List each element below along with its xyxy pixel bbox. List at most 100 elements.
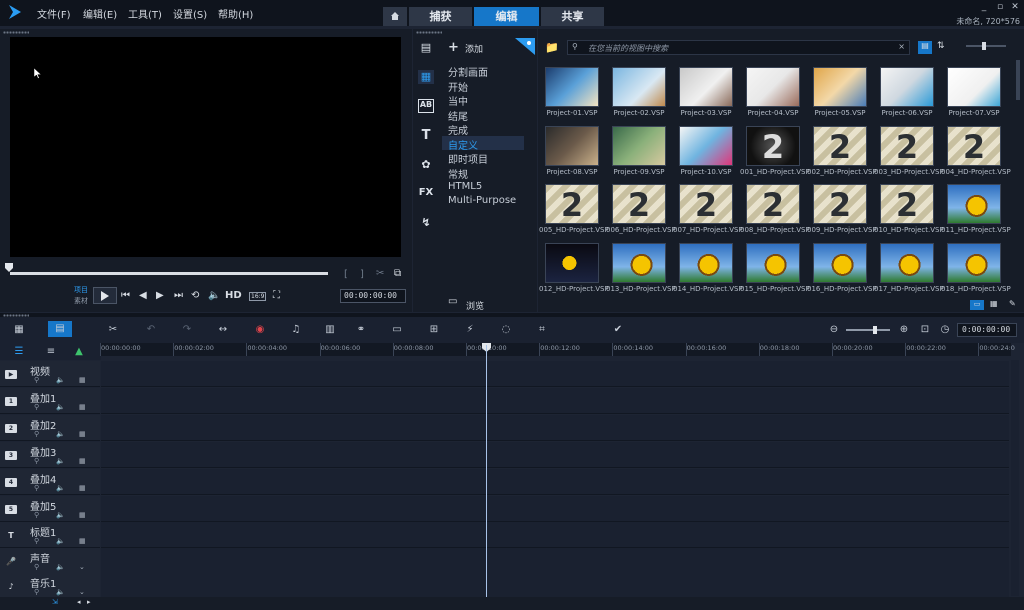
track-header[interactable]: ▶ 视频 ⚲ 🔈 ▦ xyxy=(0,361,100,387)
pan-zoom-icon[interactable]: ⌗ xyxy=(535,324,549,336)
filter-fx-icon[interactable]: FX xyxy=(418,187,434,201)
category-instant-project[interactable]: 即时项目 xyxy=(448,151,488,166)
transition-icon[interactable]: AB xyxy=(418,99,434,113)
sound-mixer-icon[interactable]: ♫ xyxy=(289,324,303,336)
screen-size-icon[interactable]: ⛶ xyxy=(273,290,280,301)
library-item[interactable]: Project-09.VSP xyxy=(606,125,672,176)
link-icon[interactable]: ⚲ xyxy=(34,457,39,465)
mute-icon[interactable]: 🔈 xyxy=(56,588,65,596)
track-lane[interactable] xyxy=(101,469,1009,495)
player-timecode-field[interactable]: 00:00:00:00 xyxy=(340,289,406,303)
minimize-icon[interactable]: _ xyxy=(979,3,989,12)
thumbnail-size-handle[interactable] xyxy=(982,42,986,50)
library-item[interactable]: 2 006_HD-Project.VSP xyxy=(606,184,676,234)
library-item[interactable]: Project-05.VSP xyxy=(807,67,873,117)
library-item[interactable]: 2 010_HD-Project.VSP xyxy=(874,184,944,234)
library-item[interactable]: Project-07.VSP xyxy=(941,67,1007,117)
track-scroll-icon[interactable]: ⇲ xyxy=(52,598,58,606)
track-type-icon[interactable]: 5 xyxy=(5,505,17,514)
repeat-track-icon[interactable]: ▦ xyxy=(79,537,86,545)
motion-tracking-icon[interactable]: ⚭ xyxy=(354,324,368,336)
zoom-out-icon[interactable]: ⊖ xyxy=(827,324,841,336)
mute-icon[interactable]: 🔈 xyxy=(56,430,65,438)
expand-track-icon[interactable]: ⌄ xyxy=(79,563,85,571)
graphic-icon[interactable]: ✿ xyxy=(418,158,434,172)
category-start[interactable]: 开始 xyxy=(448,79,468,94)
path-icon[interactable]: ↯ xyxy=(418,216,434,230)
track-lane[interactable] xyxy=(101,548,1009,574)
record-capture-icon[interactable]: ◉ xyxy=(253,324,267,336)
time-remapping-icon[interactable]: ⚡ xyxy=(463,324,477,336)
repeat-track-icon[interactable]: ▦ xyxy=(79,403,86,411)
link-icon[interactable]: ⚲ xyxy=(34,588,39,596)
library-item[interactable]: 2 001_HD-Project.VSP xyxy=(740,125,810,176)
edit-icon[interactable]: ✎ xyxy=(1009,299,1016,308)
track-lane[interactable] xyxy=(101,442,1009,468)
instant-project-icon[interactable]: ▦ xyxy=(418,70,434,84)
track-header[interactable]: 2 叠加2 ⚲ 🔈 ▦ xyxy=(0,415,100,441)
home-button[interactable] xyxy=(383,7,407,26)
previous-frame-icon[interactable]: ◀ xyxy=(139,290,147,301)
browse-label[interactable]: 浏览 xyxy=(466,299,484,312)
subtitle-editor-icon[interactable]: ▭ xyxy=(390,324,404,336)
link-icon[interactable]: ⚲ xyxy=(34,511,39,519)
mark-in-icon[interactable]: [ xyxy=(344,269,348,280)
library-item[interactable]: Project-10.VSP xyxy=(673,125,739,176)
play-button[interactable] xyxy=(93,287,117,304)
multi-camera-icon[interactable]: ⊞ xyxy=(427,324,441,336)
link-icon[interactable]: ⚲ xyxy=(34,376,39,384)
repeat-track-icon[interactable]: ▦ xyxy=(79,376,86,384)
link-icon[interactable]: ⚲ xyxy=(34,563,39,571)
pin-icon[interactable] xyxy=(515,38,535,55)
panel-grip[interactable] xyxy=(3,31,29,34)
mute-icon[interactable]: 🔈 xyxy=(56,563,65,571)
toolbox-icon[interactable]: ✂ xyxy=(106,324,120,336)
repeat-track-icon[interactable]: ▦ xyxy=(79,457,86,465)
category-multi-purpose[interactable]: Multi-Purpose xyxy=(448,195,516,206)
media-library-icon[interactable]: ▤ xyxy=(418,41,434,55)
menu-file[interactable]: 文件(F) xyxy=(37,6,71,21)
menu-help[interactable]: 帮助(H) xyxy=(218,6,253,21)
track-type-icon[interactable]: ♪ xyxy=(5,582,17,591)
library-item[interactable]: 013_HD-Project.VSP xyxy=(606,242,676,293)
search-input[interactable]: 在您当前的视图中搜索 xyxy=(588,43,668,54)
scrub-handle-icon[interactable] xyxy=(5,263,13,272)
tab-share[interactable]: 共享 xyxy=(541,7,604,26)
category-custom[interactable]: 自定义 xyxy=(448,137,478,152)
add-label[interactable]: 添加 xyxy=(465,42,483,55)
track-lane[interactable] xyxy=(101,415,1009,441)
library-item[interactable]: Project-06.VSP xyxy=(874,67,940,117)
library-item[interactable]: 2 008_HD-Project.VSP xyxy=(740,184,810,234)
mute-icon[interactable]: 🔈 xyxy=(56,376,65,384)
search-box[interactable]: ⚲ 在您当前的视图中搜索 × xyxy=(567,40,910,55)
link-icon[interactable]: ⚲ xyxy=(34,484,39,492)
library-item[interactable]: Project-04.VSP xyxy=(740,67,806,117)
redo-icon[interactable]: ↷ xyxy=(180,324,194,336)
volume-icon[interactable]: 🔈 xyxy=(208,290,220,301)
repeat-track-icon[interactable]: ▦ xyxy=(79,511,86,519)
browse-icon[interactable]: ▭ xyxy=(448,296,457,307)
category-html5[interactable]: HTML5 xyxy=(448,181,482,192)
tab-edit[interactable]: 编辑 xyxy=(474,7,539,26)
timeline-view-icon[interactable]: ▤ xyxy=(48,321,72,337)
track-type-icon[interactable]: 3 xyxy=(5,451,17,460)
library-item[interactable]: 2 004_HD-Project.VSP xyxy=(941,125,1011,176)
sort-icon[interactable]: ⇅ xyxy=(937,41,945,51)
restore-icon[interactable]: ▫ xyxy=(995,3,1005,12)
link-icon[interactable]: ⚲ xyxy=(34,537,39,545)
library-item[interactable]: Project-03.VSP xyxy=(673,67,739,117)
category-middle[interactable]: 当中 xyxy=(448,93,468,108)
clear-search-icon[interactable]: × xyxy=(898,42,905,51)
track-header[interactable]: 1 叠加1 ⚲ 🔈 ▦ xyxy=(0,388,100,414)
timeline-timecode-field[interactable]: 0:00:00:00 xyxy=(957,323,1017,337)
track-header[interactable]: 5 叠加5 ⚲ 🔈 ▦ xyxy=(0,496,100,522)
next-frame-icon[interactable]: ▶ xyxy=(156,290,164,301)
repeat-track-icon[interactable]: ▦ xyxy=(79,430,86,438)
library-item[interactable]: Project-02.VSP xyxy=(606,67,672,117)
hd-button[interactable]: HD xyxy=(225,290,242,301)
library-scrollbar[interactable] xyxy=(1016,60,1020,100)
track-header[interactable]: 4 叠加4 ⚲ 🔈 ▦ xyxy=(0,469,100,495)
menu-tools[interactable]: 工具(T) xyxy=(128,6,162,21)
library-item[interactable]: 2 009_HD-Project.VSP xyxy=(807,184,877,234)
track-lane[interactable] xyxy=(101,388,1009,414)
